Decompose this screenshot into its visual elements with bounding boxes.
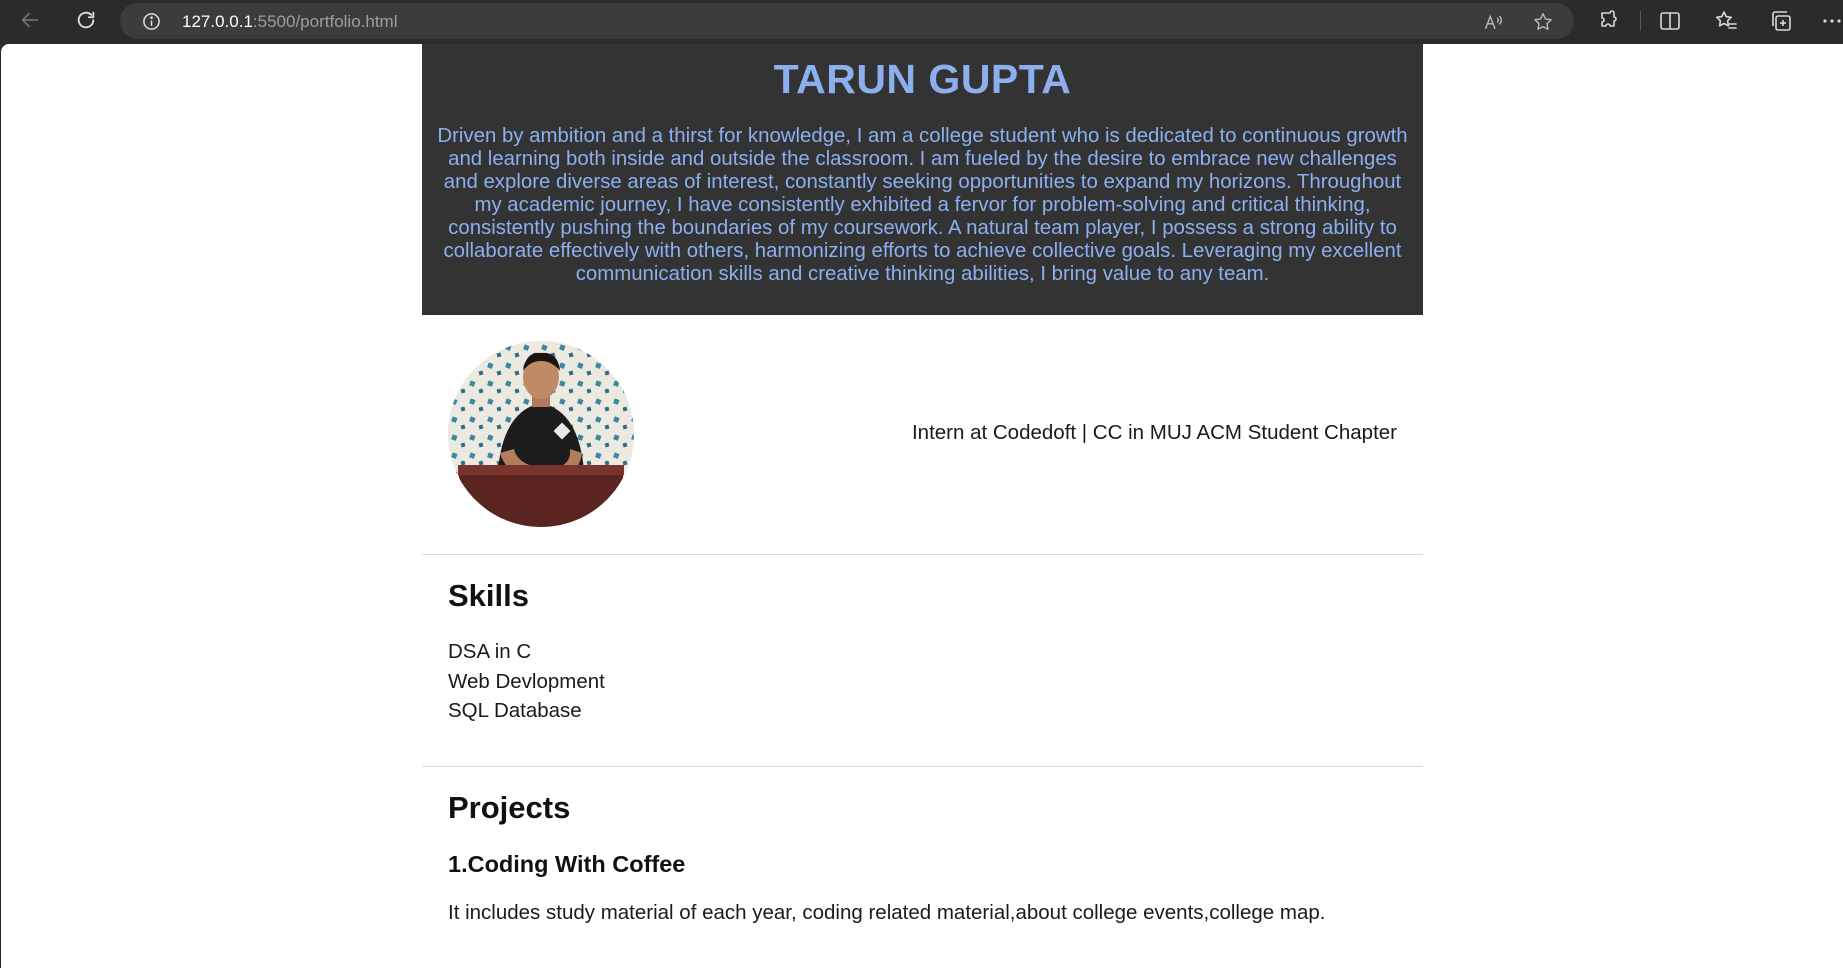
- read-aloud-icon[interactable]: [1482, 11, 1504, 33]
- url-text[interactable]: 127.0.0.1:5500/portfolio.html: [182, 12, 398, 32]
- project-title: 1.Coding With Coffee: [448, 851, 686, 877]
- avatar: [448, 341, 634, 527]
- address-bar[interactable]: 127.0.0.1:5500/portfolio.html: [120, 3, 1574, 39]
- toolbar-divider: [1640, 11, 1641, 31]
- split-screen-icon[interactable]: [1658, 9, 1682, 33]
- favorite-star-icon[interactable]: [1532, 11, 1554, 33]
- bio-paragraph: Driven by ambition and a thirst for know…: [437, 125, 1408, 285]
- url-path: :5500/portfolio.html: [252, 12, 398, 31]
- browser-toolbar: 127.0.0.1:5500/portfolio.html: [0, 0, 1843, 44]
- skills-list: DSA in C Web Devlopment SQL Database: [448, 637, 605, 726]
- skills-heading: Skills: [448, 578, 529, 613]
- favorites-icon[interactable]: [1714, 9, 1738, 33]
- more-options-icon[interactable]: [1820, 9, 1843, 33]
- profile-photo: [448, 341, 634, 527]
- project-description: It includes study material of each year,…: [448, 901, 1326, 924]
- portfolio-page: TARUN GUPTA Driven by ambition and a thi…: [422, 44, 1423, 968]
- projects-section: Projects 1.Coding With Coffee It include…: [422, 767, 1423, 968]
- extensions-icon[interactable]: [1598, 9, 1622, 33]
- page-viewport: TARUN GUPTA Driven by ambition and a thi…: [1, 44, 1843, 968]
- arrow-left-icon: [21, 12, 39, 28]
- skill-item: DSA in C: [448, 640, 532, 663]
- skill-item: Web Devlopment: [448, 669, 605, 693]
- url-host: 127.0.0.1: [182, 12, 253, 31]
- projects-heading: Projects: [448, 790, 571, 825]
- hero-header: TARUN GUPTA Driven by ambition and a thi…: [422, 44, 1423, 315]
- reload-button[interactable]: [70, 4, 102, 36]
- skills-section: Skills DSA in C Web Devlopment SQL Datab…: [422, 555, 1423, 767]
- back-button[interactable]: [14, 4, 46, 36]
- reload-icon: [77, 11, 95, 29]
- info-icon[interactable]: [142, 12, 161, 31]
- profile-section: Intern at Codedoft | CC in MUJ ACM Stude…: [422, 315, 1423, 555]
- page-title: TARUN GUPTA: [773, 56, 1072, 102]
- skill-item: SQL Database: [448, 699, 582, 722]
- collections-icon[interactable]: [1769, 9, 1793, 33]
- role-text: Intern at Codedoft | CC in MUJ ACM Stude…: [911, 421, 1397, 444]
